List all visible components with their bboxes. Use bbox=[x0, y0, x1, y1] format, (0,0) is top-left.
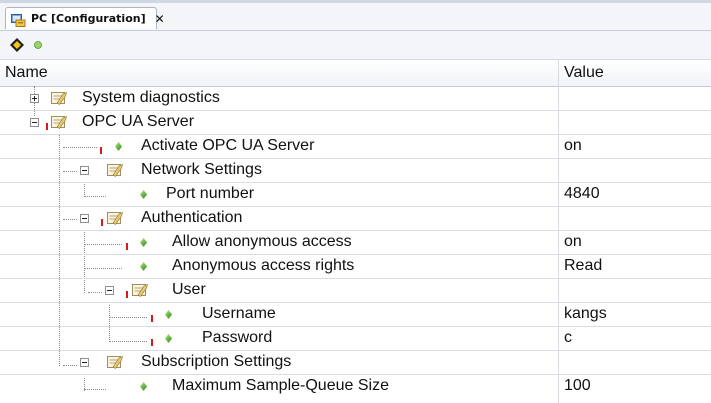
tree-row-label: Port number bbox=[166, 185, 255, 202]
folder-icon bbox=[107, 210, 124, 225]
tree-row-network-settings[interactable]: Network Settings bbox=[0, 158, 711, 182]
tree-row-label: Activate OPC UA Server bbox=[141, 137, 315, 154]
collapse-icon[interactable] bbox=[80, 214, 89, 223]
tab-title: PC [Configuration] bbox=[31, 12, 146, 25]
tree-row-allow-anonymous-access[interactable]: Allow anonymous access on bbox=[0, 230, 711, 254]
tree-row-user[interactable]: User bbox=[0, 278, 711, 302]
tree-row-subscription-settings[interactable]: Subscription Settings bbox=[0, 350, 711, 374]
toolbar bbox=[0, 31, 711, 60]
folder-icon bbox=[107, 354, 124, 369]
parameter-icon bbox=[140, 262, 147, 271]
tree-row-label: Network Settings bbox=[141, 161, 262, 178]
tree-row-value[interactable]: on bbox=[564, 136, 582, 156]
tree-row-activate-opc-ua-server[interactable]: Activate OPC UA Server on bbox=[0, 134, 711, 158]
tree-row-label: Maximum Sample-Queue Size bbox=[172, 377, 389, 394]
column-header-name[interactable]: Name bbox=[5, 60, 48, 86]
column-header-value[interactable]: Value bbox=[564, 60, 604, 86]
tree-row-anonymous-access-rights[interactable]: Anonymous access rights Read bbox=[0, 254, 711, 278]
tree-row-password[interactable]: Password c bbox=[0, 326, 711, 350]
tree-row-authentication[interactable]: Authentication bbox=[0, 206, 711, 230]
required-marker-icon bbox=[46, 123, 48, 130]
required-marker-icon bbox=[126, 243, 128, 250]
folder-icon bbox=[51, 90, 68, 105]
tree-row-opc-ua-server[interactable]: OPC UA Server bbox=[0, 110, 711, 134]
tab-bar: PC [Configuration] ✕ bbox=[0, 3, 711, 31]
navigate-icon[interactable] bbox=[9, 37, 25, 53]
collapse-icon[interactable] bbox=[80, 166, 89, 175]
collapse-icon[interactable] bbox=[30, 118, 39, 127]
tree-row-label: OPC UA Server bbox=[82, 113, 195, 130]
collapse-icon[interactable] bbox=[80, 358, 89, 367]
parameter-icon bbox=[140, 382, 147, 391]
tree-row-system-diagnostics[interactable]: System diagnostics bbox=[0, 86, 711, 110]
required-marker-icon bbox=[101, 219, 103, 226]
tree-row-value[interactable]: 4840 bbox=[564, 184, 600, 204]
tree-row-value[interactable]: on bbox=[564, 232, 582, 252]
column-header: Name Value bbox=[0, 60, 711, 87]
tree-row-label: Password bbox=[202, 329, 273, 346]
tree-row-value[interactable]: c bbox=[564, 328, 572, 348]
tree-row-label: Subscription Settings bbox=[141, 353, 292, 370]
parameter-icon bbox=[140, 238, 147, 247]
required-marker-icon bbox=[100, 147, 102, 154]
tab-pc-configuration[interactable]: PC [Configuration] ✕ bbox=[5, 7, 165, 29]
parameter-icon bbox=[165, 334, 172, 343]
device-config-icon bbox=[11, 12, 26, 27]
required-marker-icon bbox=[151, 315, 153, 322]
required-marker-icon bbox=[151, 339, 153, 346]
folder-icon bbox=[107, 162, 124, 177]
folder-icon bbox=[51, 114, 68, 129]
close-icon[interactable]: ✕ bbox=[155, 12, 165, 26]
parameter-icon bbox=[165, 310, 172, 319]
tree-row-label: Allow anonymous access bbox=[172, 233, 352, 250]
tree-row-label: System diagnostics bbox=[82, 89, 220, 106]
required-marker-icon bbox=[126, 291, 128, 298]
tree-row-username[interactable]: Username kangs bbox=[0, 302, 711, 326]
collapse-icon[interactable] bbox=[105, 286, 114, 295]
parameter-icon bbox=[140, 190, 147, 199]
expand-icon[interactable] bbox=[30, 94, 39, 103]
tree-row-port-number[interactable]: Port number 4840 bbox=[0, 182, 711, 206]
tree-row-label: Username bbox=[202, 305, 276, 322]
folder-icon bbox=[132, 282, 149, 297]
tree-row-value[interactable]: 100 bbox=[564, 376, 591, 396]
status-dot-icon[interactable] bbox=[30, 37, 46, 53]
tree-row-value[interactable]: Read bbox=[564, 256, 602, 276]
tree-row-label: Anonymous access rights bbox=[172, 257, 355, 274]
tree-row-label: Authentication bbox=[141, 209, 243, 226]
tree-row-value[interactable]: kangs bbox=[564, 304, 607, 324]
tree-row-label: User bbox=[172, 281, 206, 298]
parameter-icon bbox=[115, 142, 122, 151]
tree-row-maximum-sample-queue-size[interactable]: Maximum Sample-Queue Size 100 bbox=[0, 374, 711, 398]
